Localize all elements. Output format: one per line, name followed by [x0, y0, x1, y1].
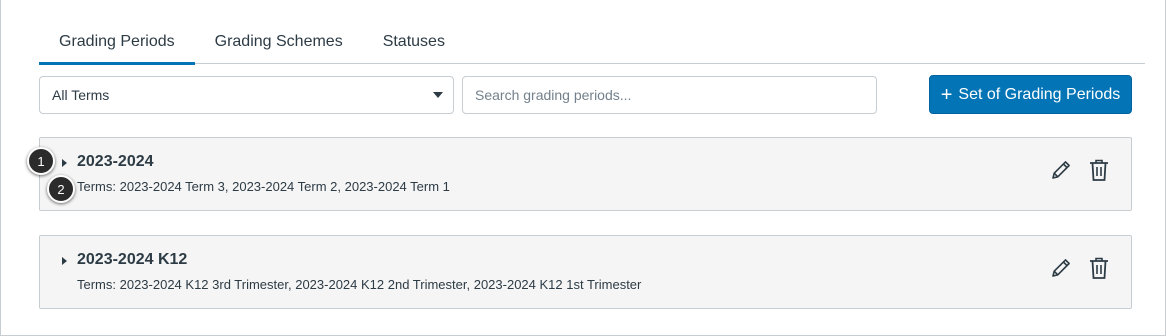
pencil-icon[interactable] [1049, 256, 1073, 280]
trash-icon[interactable] [1087, 255, 1111, 281]
tab-bar: Grading Periods Grading Schemes Statuses [39, 19, 1145, 65]
plus-icon: + [940, 83, 953, 106]
grading-period-set-card: 2023-2024 Terms: 2023-2024 Term 3, 2023-… [39, 137, 1132, 211]
term-filter-select[interactable]: All Terms [39, 76, 454, 114]
callout-marker-1: 1 [27, 147, 55, 175]
set-title[interactable]: 2023-2024 [77, 153, 154, 171]
tab-grading-schemes[interactable]: Grading Schemes [195, 19, 363, 64]
tab-label: Statuses [382, 32, 445, 50]
set-title[interactable]: 2023-2024 K12 [77, 251, 187, 269]
triangle-right-icon[interactable] [62, 159, 67, 167]
pencil-icon[interactable] [1049, 158, 1073, 182]
tab-grading-periods[interactable]: Grading Periods [39, 19, 195, 65]
tab-label: Grading Schemes [214, 32, 343, 50]
trash-icon[interactable] [1087, 157, 1111, 183]
callout-marker-2: 2 [47, 175, 75, 203]
triangle-right-icon[interactable] [62, 257, 67, 265]
term-filter-value: All Terms [52, 87, 110, 103]
search-grading-periods-input[interactable] [462, 76, 877, 114]
add-button-label: Set of Grading Periods [958, 85, 1121, 103]
set-terms: Terms: 2023-2024 K12 3rd Trimester, 2023… [77, 277, 642, 292]
grading-period-set-card: 2023-2024 K12 Terms: 2023-2024 K12 3rd T… [39, 235, 1132, 309]
grading-settings-panel: Grading Periods Grading Schemes Statuses… [0, 0, 1166, 336]
set-terms: Terms: 2023-2024 Term 3, 2023-2024 Term … [77, 179, 450, 194]
tab-statuses[interactable]: Statuses [363, 19, 465, 64]
chevron-down-icon [433, 92, 443, 98]
add-set-of-grading-periods-button[interactable]: + Set of Grading Periods [929, 75, 1132, 114]
tab-label: Grading Periods [59, 32, 175, 50]
